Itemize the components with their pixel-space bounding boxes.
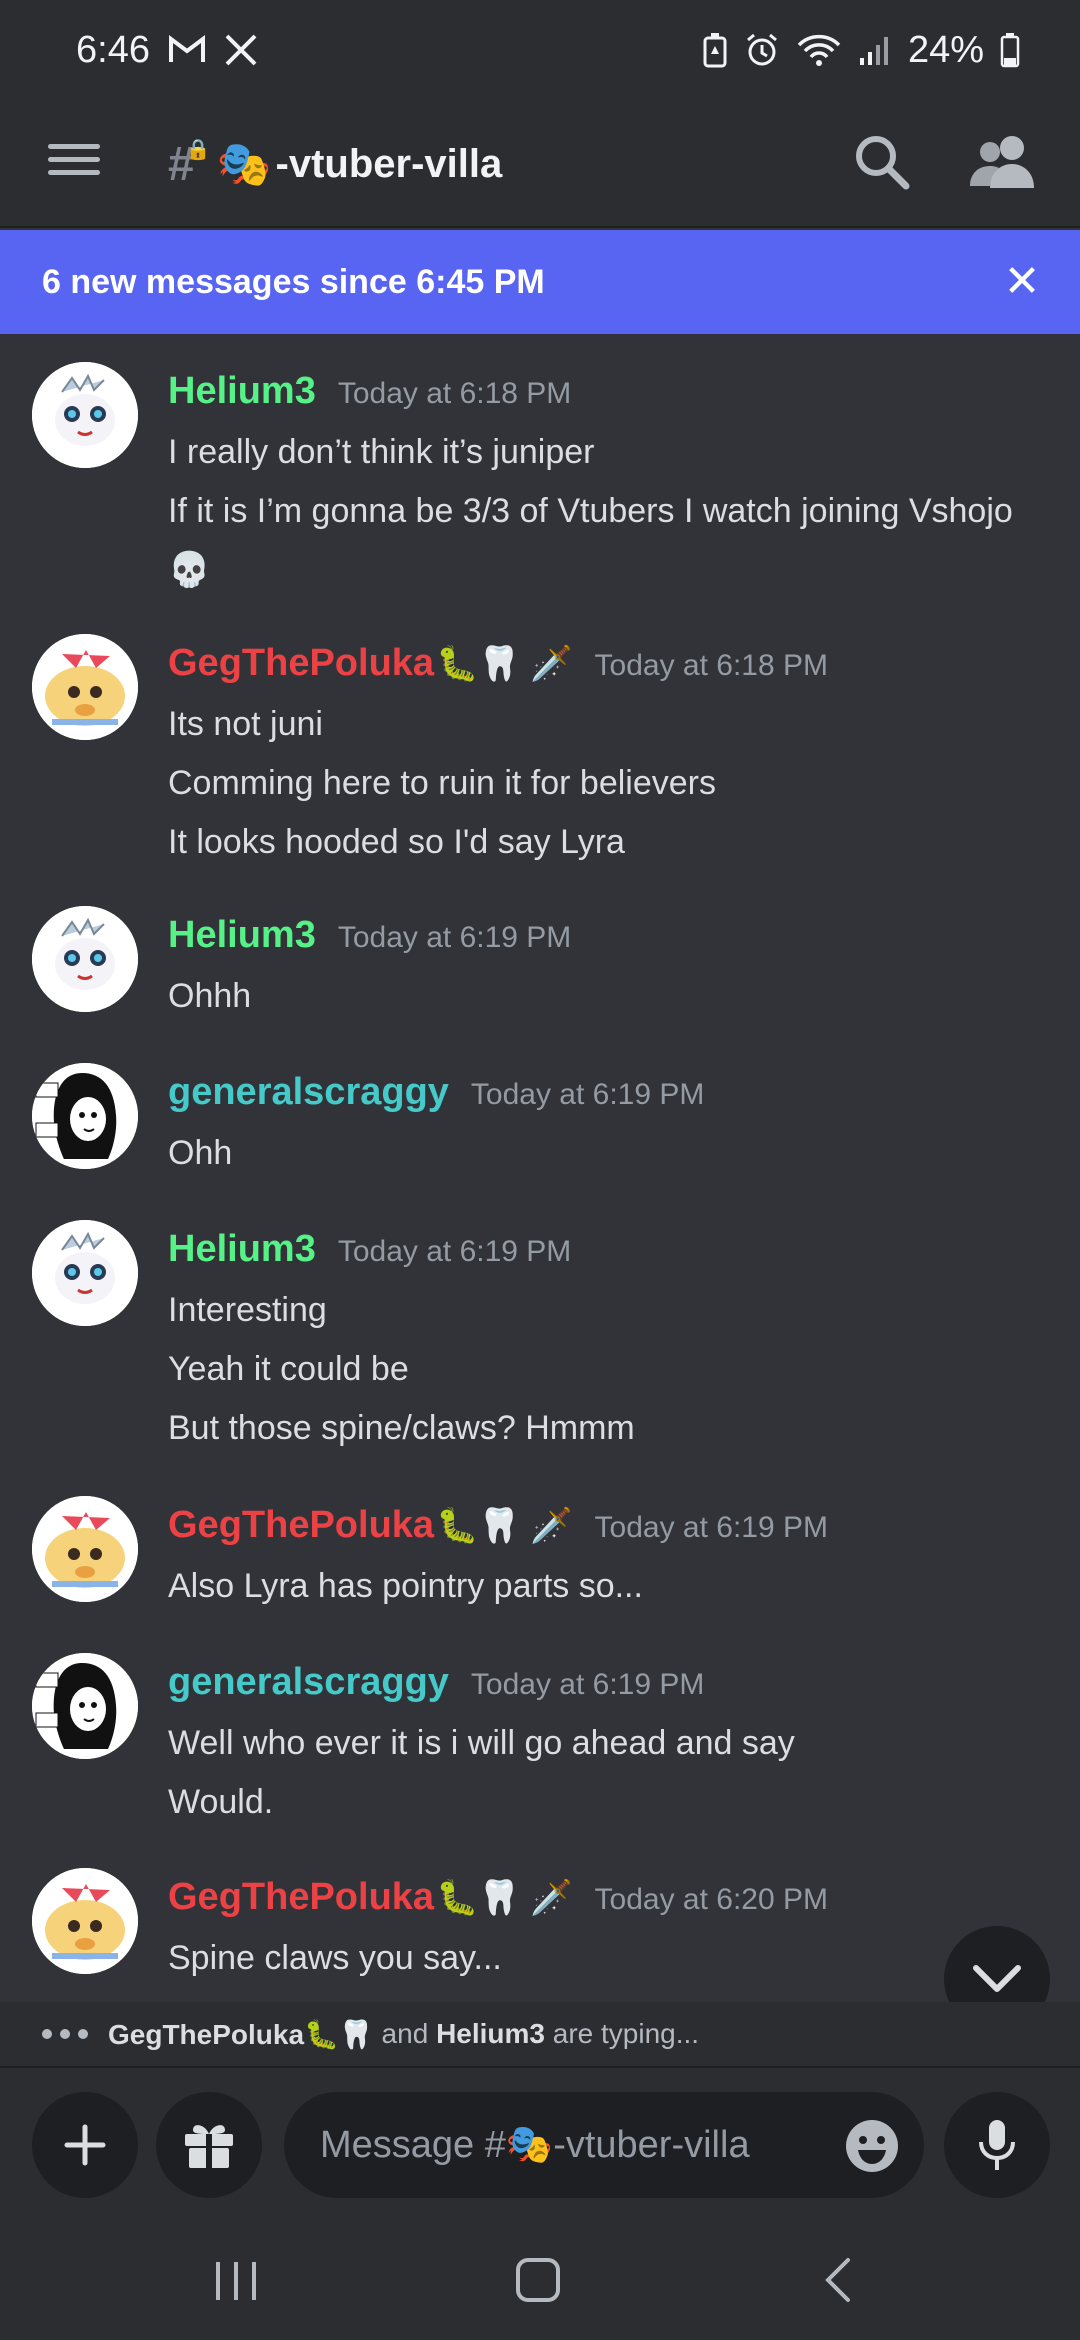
avatar[interactable] — [32, 1868, 138, 1974]
message-text: If it is I’m gonna be 3/3 of Vtubers I w… — [168, 492, 1013, 530]
battery-saver-icon — [702, 32, 728, 68]
microphone-icon — [979, 2120, 1015, 2170]
avatar[interactable] — [32, 1496, 138, 1602]
message-text: But those spine/claws? Hmmm — [168, 1409, 635, 1447]
add-attachment-button[interactable] — [32, 2092, 138, 2198]
signal-icon — [858, 34, 892, 66]
avatar[interactable] — [32, 362, 138, 468]
message-list[interactable]: Helium3 Today at 6:18 PM I really don’t … — [0, 340, 1080, 2000]
message-text: I really don’t think it’s juniper — [168, 433, 595, 471]
message-emoji: 💀 — [168, 551, 211, 589]
timestamp: Today at 6:19 PM — [470, 1668, 705, 1701]
battery-icon — [1000, 32, 1020, 68]
members-icon[interactable] — [968, 130, 1038, 194]
battery-percent: 24% — [907, 28, 984, 71]
username[interactable]: generalscraggy — [168, 1661, 449, 1704]
timestamp: Today at 6:19 PM — [594, 1511, 828, 1544]
recent-apps-icon[interactable] — [206, 2252, 266, 2308]
message-text: Interesting — [168, 1291, 327, 1329]
message-text-field[interactable] — [320, 2123, 810, 2167]
channel-name: -vtuber-villa — [275, 141, 503, 186]
user-badges: 🐛🦷 🗡️ — [436, 1507, 573, 1545]
timestamp: Today at 6:18 PM — [594, 649, 828, 682]
username[interactable]: generalscraggy — [168, 1071, 449, 1114]
wifi-icon — [796, 33, 842, 67]
close-icon[interactable]: ✕ — [1000, 260, 1044, 304]
channel-title[interactable]: # 🔒 🎭 -vtuber-villa — [168, 128, 502, 200]
message-text: Ohhh — [168, 977, 252, 1015]
app-root: 6:46 24% # 🔒 🎭 -vtuber-villa 6 new messa… — [0, 0, 1080, 2340]
timestamp: Today at 6:19 PM — [337, 1235, 572, 1268]
message-text: Also Lyra has pointry parts so... — [168, 1567, 643, 1605]
timestamp: Today at 6:19 PM — [470, 1078, 705, 1111]
lock-icon: 🔒 — [185, 138, 211, 161]
message-text: Its not juni — [168, 705, 323, 743]
username[interactable]: GegThePoluka — [168, 1504, 434, 1547]
avatar[interactable] — [32, 1063, 138, 1169]
timestamp: Today at 6:20 PM — [594, 1883, 828, 1916]
username[interactable]: Helium3 — [168, 370, 316, 413]
avatar[interactable] — [32, 1653, 138, 1759]
timestamp: Today at 6:18 PM — [337, 377, 572, 410]
alarm-icon — [744, 32, 780, 68]
gift-icon — [185, 2125, 233, 2168]
message-text: Yeah it could be — [168, 1350, 409, 1388]
typing-user-2: Helium3 — [436, 2018, 545, 2049]
search-icon[interactable] — [850, 130, 914, 194]
gmail-icon — [168, 35, 206, 65]
user-badges: 🐛🦷 🗡️ — [436, 1879, 573, 1917]
message-text: Ohh — [168, 1134, 233, 1172]
message-text: Comming here to ruin it for believers — [168, 764, 717, 802]
user-badges: 🐛🦷 🗡️ — [436, 645, 573, 683]
microphone-button[interactable] — [944, 2092, 1050, 2198]
new-messages-banner[interactable]: 6 new messages since 6:45 PM ✕ — [0, 230, 1080, 334]
timestamp: Today at 6:19 PM — [337, 921, 572, 954]
home-icon[interactable] — [508, 2252, 568, 2308]
plus-icon — [64, 2124, 106, 2166]
back-icon[interactable] — [810, 2252, 870, 2308]
typing-indicator: GegThePoluka🐛🦷 and Helium3 are typing... — [0, 2002, 1080, 2066]
message-input[interactable] — [284, 2092, 924, 2198]
typing-conjunction: and — [373, 2018, 437, 2049]
locked-channel-icon: # 🔒 — [168, 137, 211, 191]
typing-user-1: GegThePoluka🐛🦷 — [108, 2018, 374, 2050]
avatar[interactable] — [32, 1220, 138, 1326]
message-text: Spine claws you say... — [168, 1939, 502, 1977]
channel-emoji: 🎭 — [216, 140, 272, 189]
message-composer — [0, 2066, 1080, 2216]
emoji-icon[interactable] — [844, 2118, 900, 2174]
status-bar: 6:46 24% — [0, 0, 1080, 100]
username[interactable]: GegThePoluka — [168, 1876, 434, 1919]
typing-dots-icon — [42, 2029, 88, 2039]
system-nav-bar — [0, 2216, 1080, 2340]
username[interactable]: Helium3 — [168, 914, 316, 957]
message-text: It looks hooded so I'd say Lyra — [168, 823, 625, 861]
menu-icon[interactable] — [44, 136, 104, 192]
new-messages-text: 6 new messages since 6:45 PM — [42, 262, 545, 301]
avatar[interactable] — [32, 634, 138, 740]
username[interactable]: Helium3 — [168, 1228, 316, 1271]
message-text: Would. — [168, 1783, 274, 1821]
username[interactable]: GegThePoluka — [168, 642, 434, 685]
typing-suffix: are typing... — [545, 2018, 700, 2049]
channel-header: # 🔒 🎭 -vtuber-villa — [0, 100, 1080, 228]
x-app-icon — [224, 34, 258, 66]
avatar[interactable] — [32, 906, 138, 1012]
gift-button[interactable] — [156, 2092, 262, 2198]
message-text: Well who ever it is i will go ahead and … — [168, 1724, 795, 1762]
status-time: 6:46 — [76, 28, 150, 71]
